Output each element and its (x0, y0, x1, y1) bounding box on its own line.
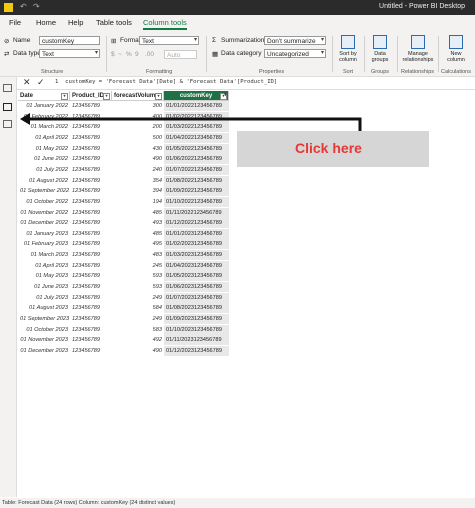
annotation-arrow (20, 113, 362, 131)
status-bar: Table: Forecast Data (24 rows) Column: c… (0, 498, 475, 508)
callout-text: Click here (295, 140, 362, 156)
click-here-callout: Click here (237, 131, 429, 167)
